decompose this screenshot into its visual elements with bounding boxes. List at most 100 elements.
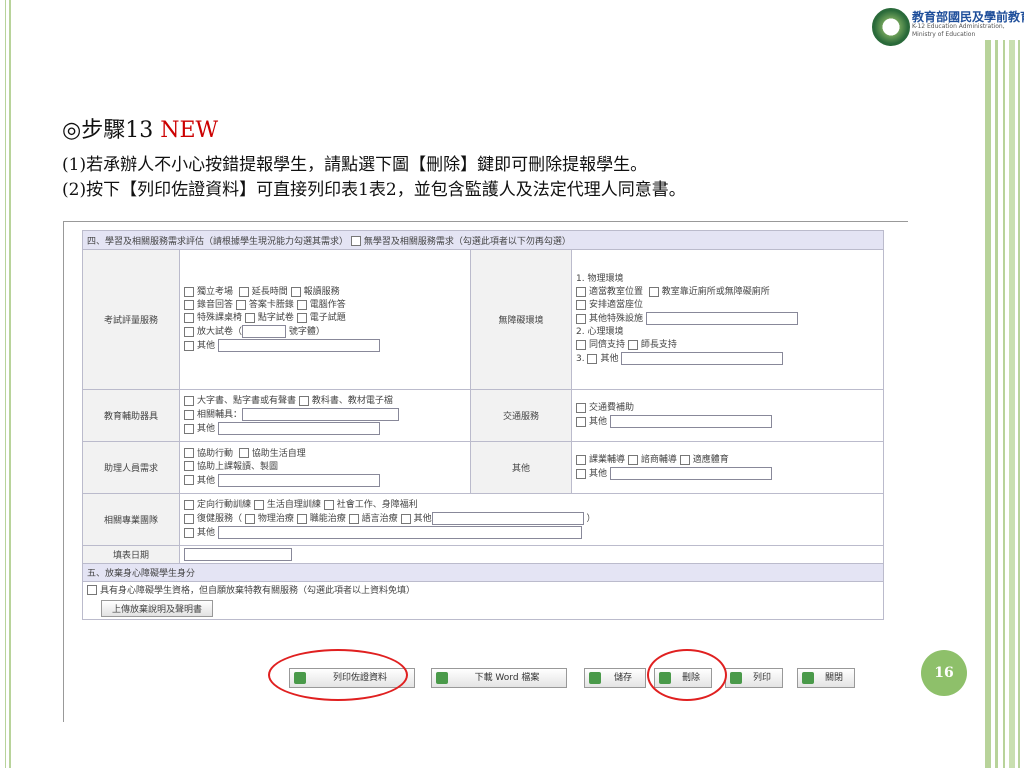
exam-checkbox[interactable] (238, 286, 249, 297)
new-tag: NEW (160, 118, 219, 143)
transport-options: 交通費補助 其他 (571, 389, 884, 442)
team-option: 職能治療 (309, 514, 346, 524)
barrier-checkbox[interactable] (587, 353, 598, 364)
team-checkbox[interactable] (184, 499, 194, 510)
assistant-checkbox[interactable] (184, 448, 194, 458)
section4-header: 四、學習及相關服務需求評估（請根據學生現況能力勾選其需求） 無學習及相關服務需求… (82, 230, 884, 250)
other-checkbox[interactable] (627, 454, 638, 465)
section5-header: 五、放棄身心障礙學生身分 (82, 563, 884, 582)
assistant-option: 協助生活自理 (251, 448, 306, 459)
exam-option: 點字試卷 (257, 313, 294, 323)
aids-options: 大字書、點字書或有聲書 教科書、教材電子檔 相關輔具： 其他 (179, 389, 471, 442)
other-label: 其他 (470, 441, 572, 494)
team-checkbox[interactable] (244, 513, 255, 524)
aids-checkbox[interactable] (184, 395, 194, 406)
exam-other-input[interactable] (217, 339, 380, 352)
instruction-line-2: (2)按下【列印佐證資料】可直接列印表1表2，並包含監護人及法定代理人同意書。 (62, 180, 686, 200)
transport-checkbox[interactable] (576, 402, 586, 413)
assistant-checkbox[interactable] (238, 448, 249, 458)
exam-option-tail: 號字體） (288, 327, 325, 337)
rehab-other-input[interactable] (431, 512, 584, 525)
team-checkbox[interactable] (253, 499, 264, 510)
team-checkbox[interactable] (296, 513, 307, 524)
aids-other-input[interactable] (217, 422, 380, 435)
date-label: 填表日期 (82, 545, 180, 564)
aids-other-label: 其他 (197, 424, 216, 434)
exam-checkbox[interactable] (184, 326, 194, 337)
other-other-input[interactable] (609, 467, 772, 480)
download-word-label: 下載 Word 檔案 (474, 673, 540, 683)
highlight-print-evidence (268, 649, 408, 701)
team-checkbox[interactable] (323, 499, 334, 510)
exam-checkbox[interactable] (235, 299, 246, 310)
team-checkbox[interactable] (400, 513, 411, 524)
barrier-other-input[interactable] (621, 352, 784, 365)
barrier-checkbox[interactable] (576, 286, 586, 297)
waiver-cell: 具有身心障礙學生資格，但自願放棄特教有關服務（勾選此項者以上資料免填） 上傳放棄… (82, 581, 884, 620)
team-checkbox[interactable] (184, 513, 194, 524)
team-option: 社會工作、身障福利 (336, 500, 418, 510)
page-number: 16 (921, 650, 967, 696)
assistant-checkbox[interactable] (184, 461, 194, 471)
print-label: 列印 (752, 673, 771, 683)
aids-device-input[interactable] (242, 408, 400, 421)
exam-checkbox[interactable] (184, 286, 194, 297)
date-input[interactable] (184, 548, 292, 561)
team-options: 定向行動訓練 生活自理訓練 社會工作、身障福利 復健服務（ 物理治療 職能治療 … (179, 493, 884, 546)
team-checkbox[interactable] (348, 513, 359, 524)
other-checkbox[interactable] (576, 454, 586, 465)
exam-option: 特殊課桌椅 (197, 313, 243, 323)
exam-checkbox[interactable] (296, 312, 307, 323)
aids-checkbox[interactable] (184, 409, 194, 420)
team-option: 生活自理訓練 (266, 500, 321, 510)
exam-checkbox[interactable] (184, 299, 194, 310)
logo-subtitle-line2: Ministry of Education (912, 31, 976, 38)
font-size-input[interactable] (242, 325, 287, 338)
download-word-button[interactable]: 下載 Word 檔案 (431, 668, 567, 688)
no-needs-checkbox[interactable] (350, 236, 361, 246)
transport-checkbox[interactable] (576, 416, 586, 427)
assistant-checkbox[interactable] (184, 475, 194, 485)
barrier-checkbox[interactable] (627, 339, 638, 350)
close-button[interactable]: 關閉 (797, 668, 855, 688)
barrier-checkbox[interactable] (648, 286, 659, 297)
team-checkbox[interactable] (184, 527, 194, 538)
exam-checkbox[interactable] (296, 299, 307, 310)
barrier-checkbox[interactable] (576, 313, 586, 324)
aids-option: 教科書、教材電子檔 (311, 396, 393, 406)
slide-title: ◎步驟13 NEW (62, 112, 218, 144)
barrier-option: 師長支持 (640, 340, 677, 350)
highlight-delete (647, 649, 727, 701)
aids-label: 教育輔助器具 (82, 389, 180, 442)
save-button[interactable]: 儲存 (584, 668, 646, 688)
team-other-input[interactable] (217, 526, 582, 539)
assistant-other-input[interactable] (217, 473, 380, 487)
transport-other-input[interactable] (609, 415, 772, 428)
other-heading: 3. (576, 354, 585, 364)
assistant-option: 協助行動 (197, 448, 234, 459)
aids-checkbox[interactable] (184, 423, 194, 434)
upload-waiver-button[interactable]: 上傳放棄說明及聲明書 (101, 599, 214, 617)
barrier-checkbox[interactable] (576, 339, 586, 350)
exam-checkbox[interactable] (184, 312, 194, 323)
exam-checkbox[interactable] (290, 286, 301, 297)
frame-right-bars (985, 40, 1024, 768)
barrier-option: 安排適當座位 (589, 300, 644, 310)
exam-checkbox[interactable] (184, 340, 194, 351)
exam-checkbox[interactable] (244, 312, 255, 323)
barrier-checkbox[interactable] (576, 299, 586, 310)
exam-option: 電子試題 (309, 313, 346, 323)
save-label: 儲存 (613, 673, 632, 683)
other-checkbox[interactable] (576, 468, 586, 479)
slide-title-prefix: ◎步驟13 (62, 118, 161, 143)
other-option: 適應體育 (692, 455, 729, 465)
exam-option: 電腦作答 (309, 300, 346, 310)
print-button[interactable]: 列印 (725, 668, 783, 688)
exam-other-label: 其他 (197, 341, 216, 351)
barrier-option: 其他特殊設施 (589, 314, 644, 324)
print-icon (730, 672, 742, 684)
other-checkbox[interactable] (679, 454, 690, 465)
special-facility-input[interactable] (645, 312, 798, 325)
waiver-checkbox[interactable] (87, 585, 97, 595)
aids-checkbox[interactable] (298, 395, 309, 406)
